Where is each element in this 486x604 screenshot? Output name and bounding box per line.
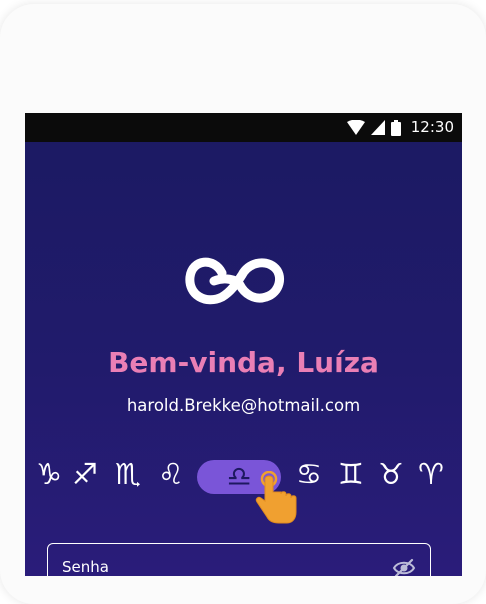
aries-sign-icon[interactable]: ♈	[415, 458, 447, 490]
eye-off-icon[interactable]	[392, 556, 416, 576]
password-label: Senha	[62, 558, 109, 576]
leo-sign-icon[interactable]: ♌	[155, 458, 187, 490]
welcome-title: Bem-vinda, Luíza	[108, 346, 379, 379]
cellular-signal-icon	[370, 120, 385, 135]
capricorn-sign-icon[interactable]: ♑	[33, 458, 65, 490]
battery-icon	[390, 119, 401, 136]
user-email: harold.Brekke@hotmail.com	[126, 396, 361, 415]
status-time: 12:30	[410, 118, 454, 136]
password-field[interactable]: Senha	[47, 543, 431, 576]
taurus-sign-icon[interactable]: ♉	[375, 458, 407, 490]
scorpio-sign-icon[interactable]: ♏	[112, 458, 144, 490]
status-bar: 12:30	[25, 113, 462, 142]
brand-logo-icon	[185, 257, 285, 305]
app-screen: 12:30 Bem-vinda, Luíza harold.Brekke@hot…	[25, 113, 462, 576]
zodiac-sign-selector: ♑ ♐ ♏ ♌ ♎ ♋ ♊ ♉ ♈	[25, 450, 462, 524]
gemini-sign-icon[interactable]: ♊	[335, 458, 367, 490]
hand-pointer-icon	[255, 471, 297, 524]
wifi-icon	[346, 120, 365, 135]
sagittarius-sign-icon[interactable]: ♐	[69, 458, 101, 490]
